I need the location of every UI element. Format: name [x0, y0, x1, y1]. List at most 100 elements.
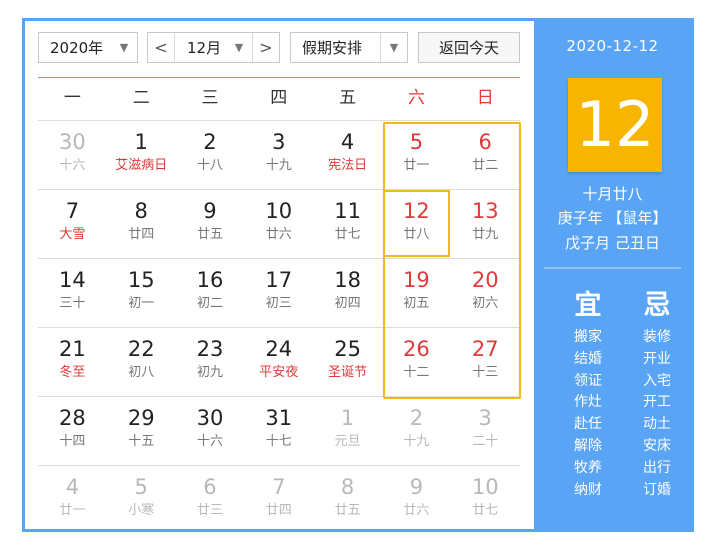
day-number: 6	[203, 475, 217, 499]
day-cell[interactable]: 3 十九	[244, 120, 313, 189]
day-cell[interactable]: 2 十九	[382, 396, 451, 465]
day-cell[interactable]: 28 十四	[38, 396, 107, 465]
month-day-ganzhi: 戊子月 己丑日	[565, 234, 660, 252]
day-cell[interactable]: 1 艾滋病日	[107, 120, 176, 189]
day-cell[interactable]: 9 廿五	[176, 189, 245, 258]
lunar-label: 十八	[196, 158, 223, 173]
day-cell[interactable]: 20 初六	[451, 258, 520, 327]
day-cell[interactable]: 24 平安夜	[244, 327, 313, 396]
day-number: 1	[340, 406, 355, 430]
day-cell[interactable]: 5 小寒	[107, 465, 176, 534]
yi-item: 搬家	[574, 329, 602, 345]
panel-divider	[544, 267, 681, 269]
day-cell[interactable]: 10 廿七	[451, 465, 520, 534]
year-select[interactable]: 2020年 ▼	[38, 32, 138, 63]
yi-item: 作灶	[574, 394, 602, 411]
lunar-label: 大雪	[59, 227, 86, 242]
day-number: 7	[272, 475, 286, 499]
ji-item: 订婚	[643, 481, 671, 498]
lunar-label: 十四	[59, 434, 86, 449]
day-cell[interactable]: 10 廿六	[244, 189, 313, 258]
day-number: 16	[196, 268, 224, 292]
day-cell[interactable]: 19 初五	[382, 258, 451, 327]
yi-item: 纳财	[574, 481, 602, 498]
day-cell[interactable]: 30 十六	[38, 120, 107, 189]
day-cell[interactable]: 29 十五	[107, 396, 176, 465]
lunar-label: 宪法日	[328, 158, 368, 173]
yi-item: 解除	[574, 437, 602, 454]
day-number: 5	[409, 130, 424, 154]
day-cell[interactable]: 9 廿六	[382, 465, 451, 534]
day-cell[interactable]: 15 初一	[107, 258, 176, 327]
day-cell[interactable]: 4 宪法日	[313, 120, 382, 189]
day-number: 13	[471, 199, 499, 223]
day-cell[interactable]: 14 三十	[38, 258, 107, 327]
lunar-label: 廿五	[334, 503, 361, 518]
lunar-label: 三十	[59, 296, 86, 311]
day-cell[interactable]: 7 廿四	[244, 465, 313, 534]
day-cell[interactable]: 11 廿七	[313, 189, 382, 258]
day-cell[interactable]: 18 初四	[313, 258, 382, 327]
day-number: 8	[134, 199, 148, 223]
yi-item: 结婚	[574, 350, 602, 367]
day-number: 9	[409, 475, 424, 499]
day-cell[interactable]: 5 廿一	[382, 120, 451, 189]
lunar-label: 小寒	[128, 503, 155, 518]
day-cell[interactable]: 23 初九	[176, 327, 245, 396]
back-to-today-button[interactable]: 返回今天	[418, 32, 520, 63]
lunar-label: 十二	[403, 365, 430, 380]
day-number: 2	[409, 406, 424, 430]
day-cell[interactable]: 26 十二	[382, 327, 451, 396]
day-number: 20	[471, 268, 499, 292]
weekday-label: 一	[63, 88, 81, 108]
day-cell[interactable]: 22 初八	[107, 327, 176, 396]
weekday-label: 二	[132, 88, 150, 108]
lunar-label: 廿六	[403, 503, 430, 518]
ji-item: 开工	[643, 394, 671, 411]
day-number: 28	[59, 406, 86, 430]
lunar-label: 廿七	[472, 503, 499, 518]
day-cell[interactable]: 6 廿二	[451, 120, 520, 189]
next-month-button[interactable]: >	[253, 33, 279, 62]
day-cell[interactable]: 30 十六	[176, 396, 245, 465]
lunar-label: 平安夜	[259, 365, 299, 380]
day-cell[interactable]: 1 元旦	[313, 396, 382, 465]
day-number: 3	[272, 130, 286, 154]
day-number: 4	[340, 130, 355, 154]
day-cell[interactable]: 8 廿五	[313, 465, 382, 534]
day-number: 5	[134, 475, 148, 499]
lunar-label: 十七	[265, 434, 292, 449]
chevron-down-icon: ▼	[234, 41, 244, 54]
day-number: 9	[203, 199, 217, 223]
day-cell[interactable]: 7 大雪	[38, 189, 107, 258]
weekday-label: 六	[407, 88, 425, 108]
day-cell[interactable]: 17 初三	[244, 258, 313, 327]
day-cell[interactable]: 13 廿九	[451, 189, 520, 258]
day-number: 29	[127, 406, 155, 430]
day-number: 15	[127, 268, 155, 292]
chevron-down-icon: ▼	[389, 41, 399, 54]
yi-item: 领证	[574, 372, 602, 389]
day-cell[interactable]: 12 廿八	[382, 189, 451, 258]
holiday-select[interactable]: 假期安排 ▼	[290, 32, 408, 63]
lunar-label: 艾滋病日	[115, 158, 168, 173]
header-divider	[38, 77, 520, 78]
month-select[interactable]: 12月 ▼	[175, 33, 252, 62]
prev-month-button[interactable]: <	[148, 33, 174, 62]
day-cell[interactable]: 31 十七	[244, 396, 313, 465]
lunar-label: 十五	[128, 434, 155, 449]
day-cell[interactable]: 2 十八	[176, 120, 245, 189]
day-cell[interactable]: 25 圣诞节	[313, 327, 382, 396]
day-cell[interactable]: 21 冬至	[38, 327, 107, 396]
lunar-label: 初六	[472, 296, 499, 311]
day-cell[interactable]: 6 廿三	[176, 465, 245, 534]
day-cell[interactable]: 3 二十	[451, 396, 520, 465]
year-value: 2020年	[50, 39, 104, 57]
yi-title: 宜	[574, 290, 602, 321]
day-cell[interactable]: 8 廿四	[107, 189, 176, 258]
lunar-label: 廿五	[196, 227, 223, 242]
day-cell[interactable]: 4 廿一	[38, 465, 107, 534]
day-cell[interactable]: 16 初二	[176, 258, 245, 327]
weekday-label: 四	[270, 88, 288, 108]
day-cell[interactable]: 27 十三	[451, 327, 520, 396]
